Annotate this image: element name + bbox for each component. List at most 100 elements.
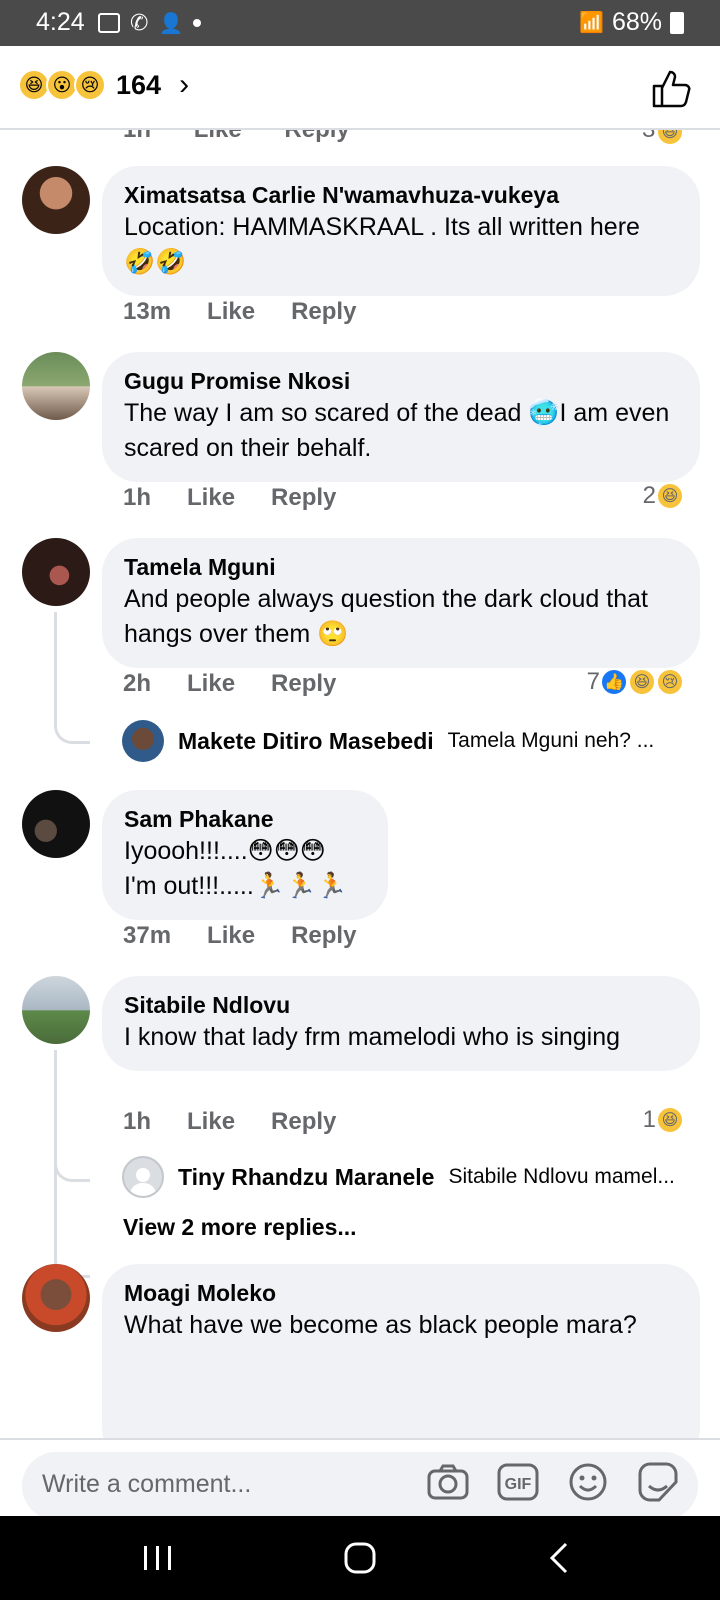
comment-bubble[interactable]: Sitabile Ndlovu I know that lady frm mam… bbox=[102, 976, 700, 1071]
comment-composer: Write a comment... GIF bbox=[0, 1438, 720, 1516]
comment-reactions[interactable]: 7 👍 😆 😢 bbox=[587, 668, 684, 696]
comment-text: And people always question the dark clou… bbox=[124, 585, 648, 648]
comment-author[interactable]: Gugu Promise Nkosi bbox=[124, 366, 678, 396]
reply-preview[interactable]: Makete Ditiro Masebedi Tamela Mguni neh?… bbox=[122, 720, 654, 762]
comment-text-line: Iyoooh!!!....😳😳😳 bbox=[124, 837, 326, 865]
like-link[interactable]: Like bbox=[187, 484, 235, 512]
reply-author[interactable]: Tiny Rhandzu Maranele bbox=[178, 1164, 434, 1191]
comment-author[interactable]: Ximatsatsa Carlie N'wamavhuza-vukeya bbox=[124, 180, 678, 210]
recent-apps-icon[interactable] bbox=[128, 1536, 188, 1580]
chevron-right-icon[interactable]: › bbox=[179, 68, 189, 102]
composer-icons: GIF bbox=[426, 1460, 680, 1504]
home-icon[interactable] bbox=[330, 1536, 390, 1580]
reply-link[interactable]: Reply bbox=[291, 298, 356, 326]
whatsapp-icon: ✆ bbox=[130, 10, 149, 35]
comment-text: The way I am so scared of the dead 🥶I am… bbox=[124, 399, 670, 462]
like-link[interactable]: Like bbox=[194, 130, 242, 143]
avatar[interactable] bbox=[22, 976, 90, 1044]
view-more-replies[interactable]: View 2 more replies... bbox=[123, 1214, 357, 1241]
sad-reaction-icon: 😢 bbox=[656, 668, 684, 696]
back-icon[interactable] bbox=[530, 1536, 590, 1580]
comment-meta: 13m Like Reply bbox=[123, 298, 356, 326]
gallery-icon bbox=[98, 13, 120, 33]
reactions-summary[interactable]: 😆 😮 😢 164 › bbox=[18, 68, 189, 102]
sad-reaction-icon: 😢 bbox=[74, 69, 106, 101]
comment-bubble[interactable]: Moagi Moleko What have we become as blac… bbox=[102, 1264, 700, 1438]
gif-icon[interactable]: GIF bbox=[496, 1460, 540, 1504]
comment-author[interactable]: Moagi Moleko bbox=[124, 1278, 678, 1308]
reply-author[interactable]: Makete Ditiro Masebedi bbox=[178, 728, 434, 755]
emoji-icon[interactable] bbox=[566, 1460, 610, 1504]
notification-icons: ✆ 👤 bbox=[98, 10, 202, 36]
more-dot-icon bbox=[193, 19, 202, 27]
comment-text: What have we become as black people mara… bbox=[124, 1311, 637, 1339]
comment-placeholder: Write a comment... bbox=[42, 1470, 252, 1498]
thread-line bbox=[54, 612, 90, 744]
reaction-count: 2 bbox=[642, 482, 656, 509]
comment-text-line: I'm out!!!.....🏃🏃🏃 bbox=[124, 872, 348, 900]
avatar[interactable] bbox=[22, 352, 90, 420]
status-bar: 4:24 ✆ 👤 📶 68% bbox=[0, 0, 720, 46]
comment-time: 37m bbox=[123, 922, 172, 949]
reply-snippet: Tamela Mguni neh? ... bbox=[447, 729, 655, 752]
haha-reaction-icon: 😆 bbox=[656, 130, 684, 146]
reactions-header: 😆 😮 😢 164 › bbox=[0, 46, 720, 130]
system-nav-bar bbox=[0, 1516, 720, 1600]
battery-level: 68% bbox=[611, 8, 662, 36]
comment-reactions[interactable]: 2 😆 bbox=[643, 482, 684, 510]
person-add-icon: 👤 bbox=[158, 12, 184, 35]
status-time: 4:24 bbox=[36, 8, 85, 36]
battery-icon bbox=[670, 11, 684, 34]
comments-feed: 1h Like Reply 3 😆 Ximatsatsa Carlie N'wa… bbox=[0, 130, 720, 1438]
reply-snippet: Sitabile Ndlovu mamel... bbox=[448, 1165, 675, 1188]
comment-time: 1h bbox=[123, 130, 151, 143]
like-link[interactable]: Like bbox=[207, 298, 255, 326]
comment-text: I know that lady frm mamelodi who is sin… bbox=[124, 1023, 621, 1051]
like-link[interactable]: Like bbox=[187, 670, 235, 698]
haha-reaction-icon: 😆 bbox=[628, 668, 656, 696]
comments-sheet: 😆 😮 😢 164 › 1h Like Reply 3 😆 Ximatsatsa… bbox=[0, 46, 720, 1516]
default-avatar-icon[interactable] bbox=[122, 1156, 164, 1198]
comment-bubble[interactable]: Gugu Promise Nkosi The way I am so scare… bbox=[102, 352, 700, 482]
avatar[interactable] bbox=[22, 790, 90, 858]
comment-reactions[interactable]: 1 😆 bbox=[643, 1106, 684, 1134]
comment-time: 2h bbox=[123, 670, 152, 697]
haha-reaction-icon: 😆 bbox=[656, 482, 684, 510]
sticker-icon[interactable] bbox=[636, 1460, 680, 1504]
comment-bubble[interactable]: Ximatsatsa Carlie N'wamavhuza-vukeya Loc… bbox=[102, 166, 700, 296]
wifi-icon: 📶 bbox=[579, 12, 604, 34]
comment-meta: 1h Like Reply bbox=[123, 484, 336, 512]
reply-preview[interactable]: Tiny Rhandzu Maranele Sitabile Ndlovu ma… bbox=[122, 1156, 675, 1198]
avatar[interactable] bbox=[22, 1264, 90, 1332]
reply-link[interactable]: Reply bbox=[271, 670, 336, 698]
reply-avatar[interactable] bbox=[122, 720, 164, 762]
previous-comment-meta: 1h Like Reply bbox=[123, 130, 386, 144]
reaction-count: 164 bbox=[116, 69, 162, 100]
avatar[interactable] bbox=[22, 538, 90, 606]
thread-hook bbox=[54, 1156, 90, 1182]
reply-link[interactable]: Reply bbox=[284, 130, 349, 143]
comment-time: 1h bbox=[123, 484, 152, 511]
reaction-count: 7 bbox=[586, 668, 600, 695]
comment-author[interactable]: Sam Phakane bbox=[124, 804, 366, 834]
like-link[interactable]: Like bbox=[207, 922, 255, 950]
like-reaction-icon: 👍 bbox=[600, 668, 628, 696]
reply-link[interactable]: Reply bbox=[271, 1108, 336, 1136]
like-button-icon[interactable] bbox=[650, 66, 694, 110]
comment-bubble[interactable]: Tamela Mguni And people always question … bbox=[102, 538, 700, 668]
comment-meta: 37m Like Reply bbox=[123, 922, 356, 950]
comment-bubble[interactable]: Sam Phakane Iyoooh!!!....😳😳😳 I'm out!!!.… bbox=[102, 790, 388, 920]
comment-meta: 2h Like Reply bbox=[123, 670, 336, 698]
haha-reaction-icon: 😆 bbox=[656, 1106, 684, 1134]
comment-time: 13m bbox=[123, 298, 172, 325]
comment-author[interactable]: Tamela Mguni bbox=[124, 552, 678, 582]
reply-link[interactable]: Reply bbox=[271, 484, 336, 512]
camera-icon[interactable] bbox=[426, 1460, 470, 1504]
reply-link[interactable]: Reply bbox=[291, 922, 356, 950]
reaction-count: 3 bbox=[642, 130, 655, 143]
comment-text: Location: HAMMASKRAAL . Its all written … bbox=[124, 213, 640, 276]
comment-meta: 1h Like Reply bbox=[123, 1108, 336, 1136]
avatar[interactable] bbox=[22, 166, 90, 234]
comment-author[interactable]: Sitabile Ndlovu bbox=[124, 990, 678, 1020]
like-link[interactable]: Like bbox=[187, 1108, 235, 1136]
